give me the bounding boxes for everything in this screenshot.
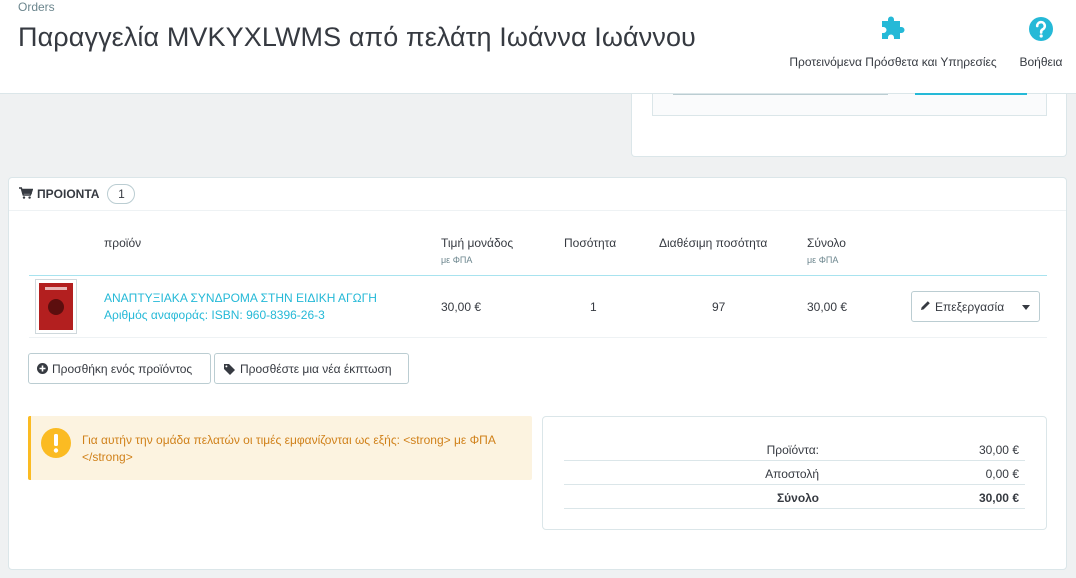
tags-icon [223, 363, 236, 375]
product-thumbnail [35, 279, 77, 334]
products-heading: ΠΡΟΙΟΝΤΑ [37, 187, 100, 201]
exclamation-circle-icon [40, 427, 72, 462]
help-button[interactable]: Βοήθεια [1014, 16, 1068, 69]
order-totals-panel: Προϊόντα: 30,00 € Αποστολή 0,00 € Σύνολο… [542, 416, 1047, 530]
totals-shipping-label: Αποστολή [765, 467, 819, 481]
send-message-button[interactable] [915, 93, 1027, 95]
page-header: Orders Παραγγελία MVKYXLWMS από πελάτη Ι… [0, 0, 1076, 94]
column-header-unit-price: Τιμή μονάδος με ΦΠΑ [441, 236, 514, 265]
breadcrumb[interactable]: Orders [18, 0, 55, 14]
unit-price-tax-note: με ΦΠΑ [441, 255, 473, 265]
totals-row-shipping: Αποστολή 0,00 € [564, 461, 1025, 485]
totals-total-label: Σύνολο [776, 491, 819, 505]
totals-shipping-value: 0,00 € [985, 467, 1019, 481]
edit-product-button[interactable]: Επεξεργασία [911, 291, 1040, 322]
product-unit-price: 30,00 € [441, 300, 482, 314]
alert-text: Για αυτήν την ομάδα πελατών οι τιμές εμφ… [82, 433, 496, 464]
totals-row-total: Σύνολο 30,00 € [564, 485, 1025, 509]
add-discount-button[interactable]: Προσθέστε μια νέα έκπτωση [214, 353, 409, 384]
edit-product-label: Επεξεργασία [935, 299, 1005, 314]
chevron-down-icon[interactable] [1022, 305, 1030, 310]
product-available-quantity: 97 [712, 300, 726, 314]
totals-total-value: 30,00 € [978, 491, 1019, 505]
column-header-quantity: Ποσότητα [564, 236, 617, 250]
customer-message-panel [631, 93, 1067, 157]
page-title: Παραγγελία MVKYXLWMS από πελάτη Ιωάννα Ι… [18, 22, 696, 52]
plus-circle-icon [37, 363, 48, 374]
products-count-badge: 1 [107, 184, 136, 204]
add-discount-label: Προσθέστε μια νέα έκπτωση [240, 361, 392, 376]
table-header-divider [29, 275, 1047, 276]
tax-display-alert: Για αυτήν την ομάδα πελατών οι τιμές εμφ… [28, 416, 532, 480]
column-header-product: προϊόν [104, 236, 142, 250]
recommended-addons-label: Προτεινόμενα Πρόσθετα και Υπηρεσίες [789, 55, 997, 69]
add-product-button[interactable]: Προσθήκη ενός προϊόντος [28, 353, 211, 384]
add-product-label: Προσθήκη ενός προϊόντος [52, 361, 193, 376]
product-total: 30,00 € [807, 300, 848, 314]
table-row-divider [29, 337, 1047, 338]
help-label: Βοήθεια [1019, 55, 1063, 69]
shopping-cart-icon [19, 186, 34, 202]
totals-products-value: 30,00 € [978, 443, 1019, 457]
puzzle-icon [782, 16, 1004, 45]
product-name-link[interactable]: ΑΝΑΠΤΥΞΙΑΚΑ ΣΥΝΔΡΟΜΑ ΣΤΗΝ ΕΙΔΙΚΗ ΑΓΩΓΗ [104, 291, 377, 305]
product-quantity: 1 [590, 300, 597, 314]
question-circle-icon [1014, 16, 1068, 45]
product-reference-link[interactable]: Αριθμός αναφοράς: ISBN: 960-8396-26-3 [104, 308, 325, 322]
pencil-icon [920, 300, 931, 314]
total-tax-note: με ΦΠΑ [807, 255, 839, 265]
message-input[interactable] [673, 93, 888, 95]
message-form [652, 93, 1047, 116]
totals-row-products: Προϊόντα: 30,00 € [564, 437, 1025, 461]
column-header-available: Διαθέσιμη ποσότητα [659, 236, 768, 250]
products-panel: ΠΡΟΙΟΝΤΑ 1 προϊόν Τιμή μονάδος με ΦΠΑ Πο… [8, 177, 1067, 570]
column-header-total: Σύνολο με ΦΠΑ [807, 236, 846, 265]
products-panel-heading: ΠΡΟΙΟΝΤΑ 1 [9, 178, 1066, 211]
recommended-addons-button[interactable]: Προτεινόμενα Πρόσθετα και Υπηρεσίες [782, 16, 1004, 69]
totals-products-label: Προϊόντα: [766, 443, 819, 457]
